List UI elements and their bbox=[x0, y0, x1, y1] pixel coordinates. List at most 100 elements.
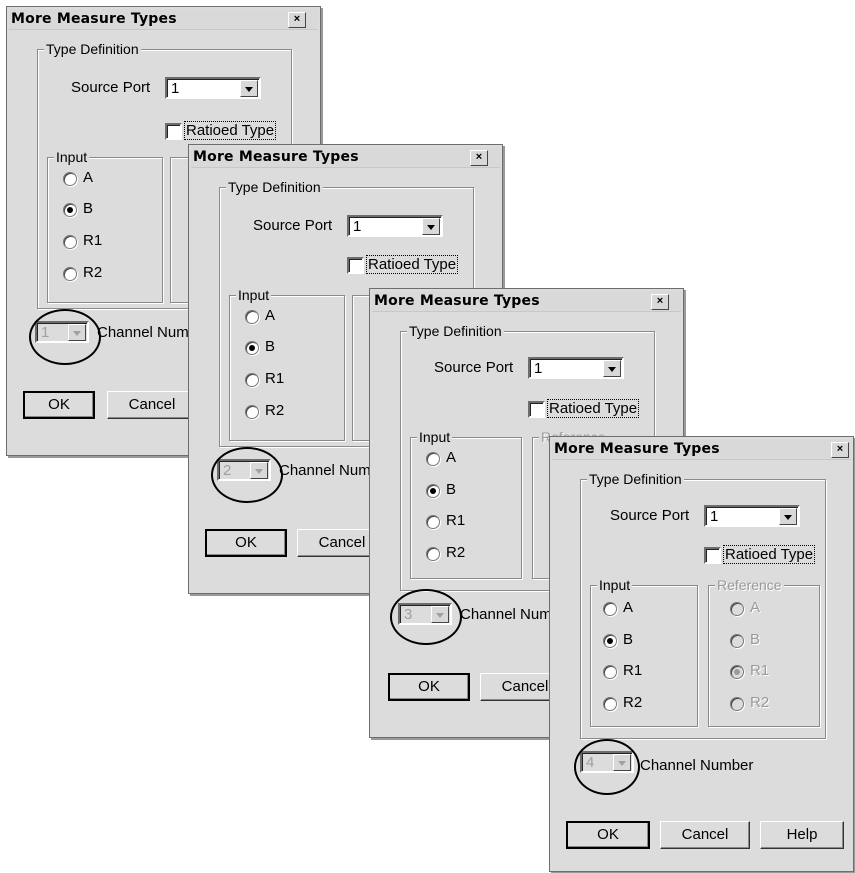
input-label-r1: R1 bbox=[83, 232, 103, 249]
chevron-down-icon[interactable] bbox=[422, 218, 440, 235]
channel-number-label: Channel Num bbox=[279, 462, 371, 479]
close-icon[interactable]: × bbox=[651, 294, 669, 310]
source-port-value: 1 bbox=[710, 508, 719, 525]
highlight-ellipse bbox=[390, 589, 462, 645]
ratioed-type-checkbox[interactable] bbox=[704, 547, 721, 564]
ratioed-type-checkbox[interactable] bbox=[165, 123, 182, 140]
reference-legend: Reference bbox=[715, 577, 784, 593]
reference-label-r1: R1 bbox=[750, 662, 770, 679]
source-port-select[interactable]: 1 bbox=[347, 215, 443, 237]
input-label-b: B bbox=[83, 200, 94, 217]
type-definition-legend: Type Definition bbox=[407, 323, 504, 339]
close-icon[interactable]: × bbox=[831, 442, 849, 458]
title-bar[interactable]: More Measure Types × bbox=[552, 439, 851, 460]
ratioed-type-label[interactable]: Ratioed Type bbox=[184, 121, 277, 140]
channel-number-label: Channel Num bbox=[460, 606, 552, 623]
input-radio-b[interactable] bbox=[63, 203, 77, 217]
input-legend: Input bbox=[54, 149, 90, 165]
reference-label-a: A bbox=[750, 599, 761, 616]
input-radio-b[interactable] bbox=[603, 634, 617, 648]
source-port-select[interactable]: 1 bbox=[165, 77, 261, 99]
input-legend: Input bbox=[417, 429, 453, 445]
source-port-label: Source Port bbox=[434, 359, 514, 376]
dialog-title: More Measure Types bbox=[193, 149, 359, 165]
highlight-ellipse bbox=[574, 739, 640, 795]
input-radio-r2[interactable] bbox=[426, 547, 440, 561]
reference-radio-a bbox=[730, 602, 744, 616]
input-label-r1: R1 bbox=[446, 512, 466, 529]
input-radio-b[interactable] bbox=[245, 341, 259, 355]
cancel-button[interactable]: Cancel bbox=[107, 391, 197, 419]
input-legend: Input bbox=[597, 577, 633, 593]
input-radio-r1[interactable] bbox=[603, 665, 617, 679]
highlight-ellipse bbox=[29, 309, 101, 365]
dialog-title: More Measure Types bbox=[554, 441, 720, 457]
source-port-value: 1 bbox=[171, 80, 180, 97]
source-port-value: 1 bbox=[353, 218, 362, 235]
input-label-a: A bbox=[623, 599, 634, 616]
cancel-button[interactable]: Cancel bbox=[660, 821, 750, 849]
input-legend: Input bbox=[236, 287, 272, 303]
input-radio-r2[interactable] bbox=[603, 697, 617, 711]
chevron-down-icon[interactable] bbox=[779, 508, 797, 525]
input-radio-r1[interactable] bbox=[426, 515, 440, 529]
input-radio-r1[interactable] bbox=[245, 373, 259, 387]
input-label-b: B bbox=[265, 338, 276, 355]
ratioed-type-checkbox[interactable] bbox=[528, 401, 545, 418]
ratioed-type-label[interactable]: Ratioed Type bbox=[547, 399, 640, 418]
ok-button[interactable]: OK bbox=[23, 391, 95, 419]
input-radio-a[interactable] bbox=[426, 452, 440, 466]
dialog-channel-4: More Measure Types × Type Definition Sou… bbox=[549, 436, 854, 872]
source-port-label: Source Port bbox=[253, 217, 333, 234]
close-icon[interactable]: × bbox=[288, 12, 306, 28]
title-bar[interactable]: More Measure Types × bbox=[9, 9, 318, 30]
input-label-r1: R1 bbox=[623, 662, 643, 679]
dialog-title: More Measure Types bbox=[11, 11, 177, 27]
input-label-r2: R2 bbox=[83, 264, 103, 281]
reference-radio-b bbox=[730, 634, 744, 648]
input-label-a: A bbox=[446, 449, 457, 466]
input-radio-a[interactable] bbox=[245, 310, 259, 324]
chevron-down-icon[interactable] bbox=[603, 360, 621, 377]
input-radio-r1[interactable] bbox=[63, 235, 77, 249]
input-radio-r2[interactable] bbox=[245, 405, 259, 419]
title-bar[interactable]: More Measure Types × bbox=[191, 147, 500, 168]
source-port-label: Source Port bbox=[610, 507, 690, 524]
source-port-label: Source Port bbox=[71, 79, 151, 96]
ok-button[interactable]: OK bbox=[566, 821, 650, 849]
reference-radio-r2 bbox=[730, 697, 744, 711]
reference-label-r2: R2 bbox=[750, 694, 770, 711]
type-definition-legend: Type Definition bbox=[587, 471, 684, 487]
help-button[interactable]: Help bbox=[760, 821, 844, 849]
close-icon[interactable]: × bbox=[470, 150, 488, 166]
ratioed-type-checkbox[interactable] bbox=[347, 257, 364, 274]
reference-label-b: B bbox=[750, 631, 761, 648]
input-label-b: B bbox=[446, 481, 457, 498]
channel-number-label: Channel Number bbox=[640, 757, 754, 774]
type-definition-legend: Type Definition bbox=[44, 41, 141, 57]
input-label-a: A bbox=[265, 307, 276, 324]
ratioed-type-label[interactable]: Ratioed Type bbox=[366, 255, 459, 274]
ratioed-type-label[interactable]: Ratioed Type bbox=[723, 545, 816, 564]
source-port-value: 1 bbox=[534, 360, 543, 377]
input-radio-a[interactable] bbox=[63, 172, 77, 186]
input-label-r1: R1 bbox=[265, 370, 285, 387]
ok-button[interactable]: OK bbox=[205, 529, 287, 557]
ok-button[interactable]: OK bbox=[388, 673, 470, 701]
input-radio-b[interactable] bbox=[426, 484, 440, 498]
channel-number-label: Channel Num bbox=[97, 324, 189, 341]
input-label-a: A bbox=[83, 169, 94, 186]
input-label-b: B bbox=[623, 631, 634, 648]
input-label-r2: R2 bbox=[446, 544, 466, 561]
input-label-r2: R2 bbox=[623, 694, 643, 711]
source-port-select[interactable]: 1 bbox=[704, 505, 800, 527]
highlight-ellipse bbox=[211, 447, 283, 503]
input-radio-r2[interactable] bbox=[63, 267, 77, 281]
chevron-down-icon[interactable] bbox=[240, 80, 258, 97]
dialog-title: More Measure Types bbox=[374, 293, 540, 309]
title-bar[interactable]: More Measure Types × bbox=[372, 291, 681, 312]
source-port-select[interactable]: 1 bbox=[528, 357, 624, 379]
input-radio-a[interactable] bbox=[603, 602, 617, 616]
type-definition-legend: Type Definition bbox=[226, 179, 323, 195]
reference-radio-r1 bbox=[730, 665, 744, 679]
